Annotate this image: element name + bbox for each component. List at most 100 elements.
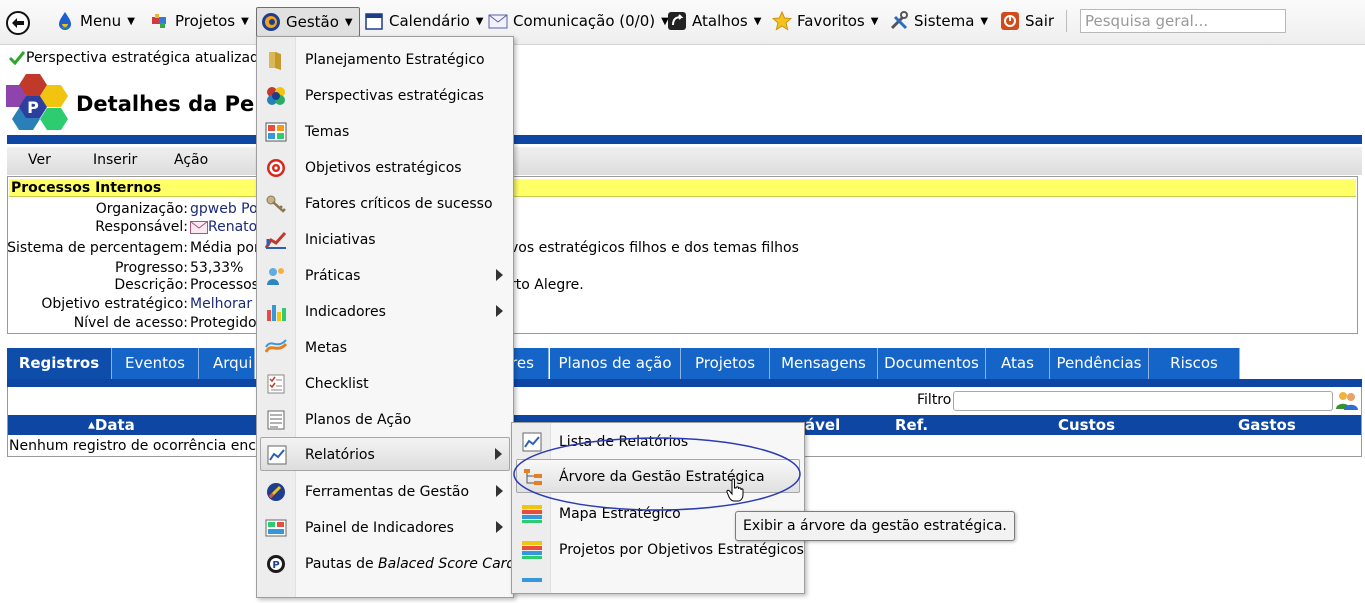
tab-pendencias[interactable]: Pendências [1050,348,1149,379]
menu-sistema[interactable]: Sistema ▼ [889,7,988,35]
menu-item-objetivos[interactable]: Objetivos estratégicos [257,151,513,185]
menu-item-indicadores[interactable]: Indicadores [257,295,513,329]
action-ver[interactable]: Ver [28,152,51,168]
checklist-icon [267,374,285,394]
submenu-arrow-icon [496,305,503,317]
submenu-item-more[interactable] [512,569,804,603]
search-input[interactable] [1080,9,1286,33]
tab-eventos[interactable]: Eventos [112,348,199,379]
menu-item-fatores[interactable]: Fatores críticos de sucesso [257,187,513,221]
menu-item-iniciativas[interactable]: Iniciativas [257,223,513,257]
menu-item-planejamento[interactable]: Planejamento Estratégico [257,43,513,77]
back-button[interactable] [6,9,30,37]
submenu-item-label: Projetos por Objetivos Estratégicos [559,542,804,558]
menu-item-checklist[interactable]: Checklist [257,367,513,401]
menu-comunicacao-label: Comunicação (0/0) [513,12,656,30]
detail-value-extra: rto Alegre. [510,277,584,293]
report-icon [267,445,287,465]
menu-item-relatorios[interactable]: Relatórios [260,437,510,471]
detail-value-extra: vos estratégicos filhos e dos temas filh… [510,240,799,256]
hand-cursor-icon [726,478,744,502]
bsc-icon: P [267,555,285,573]
dashboard-icon [265,519,287,537]
tab-arquivos[interactable]: Arqui [199,348,255,379]
menu-item-temas[interactable]: Temas [257,115,513,149]
menu-gestao-label: Gestão [286,13,339,31]
details-header: Processos Internos [9,179,1356,197]
filter-input[interactable] [953,391,1333,411]
menubar-separator [1066,10,1067,32]
detail-label: Nível de acesso: [73,315,188,331]
column-header-custos[interactable]: Custos [1058,416,1115,434]
menu-menu-label: Menu [80,12,122,30]
submenu-arrow-icon [496,269,503,281]
star-icon [772,11,792,31]
key-icon [266,195,286,213]
menu-item-praticas[interactable]: Práticas [257,259,513,293]
column-header-ref[interactable]: Ref. [895,416,928,434]
column-header-gastos[interactable]: Gastos [1238,416,1296,434]
menu-item-label: Indicadores [305,304,386,320]
tab-registros[interactable]: Registros [7,348,112,379]
menu-item-painel[interactable]: Painel de Indicadores [257,511,513,545]
menu-item-ferramentas[interactable]: Ferramentas de Gestão [257,475,513,509]
menu-item-label: Planos de Ação [305,412,412,428]
column-header-responsavel[interactable]: ável [805,416,840,434]
tools-icon [890,11,908,30]
menu-item-label: Painel de Indicadores [305,520,454,536]
target-icon [267,159,285,177]
page-title: Detalhes da Per [76,92,265,116]
menu-favoritos[interactable]: Favoritos ▼ [772,7,878,35]
column-header-data[interactable]: ▲Data [88,416,135,434]
annotation-ellipse [513,437,801,511]
menu-comunicacao[interactable]: Comunicação (0/0) ▼ [488,7,669,35]
bar-chart-icon [267,305,286,321]
menu-calendario[interactable]: Calendário ▼ [364,7,484,35]
detail-value-wrapper: Renato [190,219,257,235]
menu-item-label: Temas [305,124,350,140]
status-text: Perspectiva estratégica atualizad [26,50,259,66]
tab-mensagens[interactable]: Mensagens [770,348,878,379]
tab-documentos[interactable]: Documentos [878,348,986,379]
perspective-icon [267,87,285,105]
drop-icon [59,12,71,30]
menu-menu[interactable]: Menu ▼ [55,7,135,35]
menu-item-pautas-bsc[interactable]: P Pautas de Balaced Score Card [257,547,516,581]
menu-item-metas[interactable]: Metas [257,331,513,365]
menu-gestao[interactable]: Gestão ▼ [256,7,360,37]
menu-projetos[interactable]: Projetos ▼ [150,7,249,35]
detail-value[interactable]: Renato [208,219,257,235]
menu-item-planos-de-acao[interactable]: Planos de Ação [257,403,513,437]
back-arrow-icon [6,11,30,35]
calendar-icon [365,13,383,30]
detail-label: Progresso: [114,260,188,276]
detail-label: Organização: [95,201,188,217]
menu-item-label: Ferramentas de Gestão [305,484,470,500]
tab-riscos[interactable]: Riscos [1149,348,1240,379]
menu-item-label: Planejamento Estratégico [305,52,485,68]
action-acao[interactable]: Ação [174,152,208,168]
menu-atalhos-label: Atalhos [692,12,748,30]
tab-planos-de-acao[interactable]: Planos de ação [550,348,681,379]
detail-value[interactable]: gpweb Po [190,201,258,217]
menu-atalhos[interactable]: Atalhos ▼ [667,7,761,35]
tab-projetos[interactable]: Projetos [681,348,770,379]
menu-sair[interactable]: Sair [1000,7,1054,35]
menu-item-perspectivas[interactable]: Perspectivas estratégicas [257,79,513,113]
tab-atas[interactable]: Atas [986,348,1050,379]
action-inserir[interactable]: Inserir [93,152,137,168]
people-icon[interactable] [1335,389,1359,411]
menu-calendario-label: Calendário [389,12,470,30]
gestao-icon [262,13,280,31]
detail-value[interactable]: Melhorar [190,296,252,312]
power-icon [1001,12,1019,30]
details-panel: Processos Internos Organização: gpweb Po… [7,176,1358,334]
projects-icon [522,541,542,559]
menu-item-label: Pautas de Balaced Score Card [305,556,516,572]
top-menubar: Menu ▼ Projetos ▼ Gestão ▼ Calendário ▼ Comu… [0,0,1365,45]
menu-item-label: Iniciativas [305,232,376,248]
app-logo: P [6,74,68,130]
detail-label: Sistema de percentagem: [7,240,188,256]
menu-sistema-label: Sistema [914,12,975,30]
menu-item-label: Práticas [305,268,361,284]
